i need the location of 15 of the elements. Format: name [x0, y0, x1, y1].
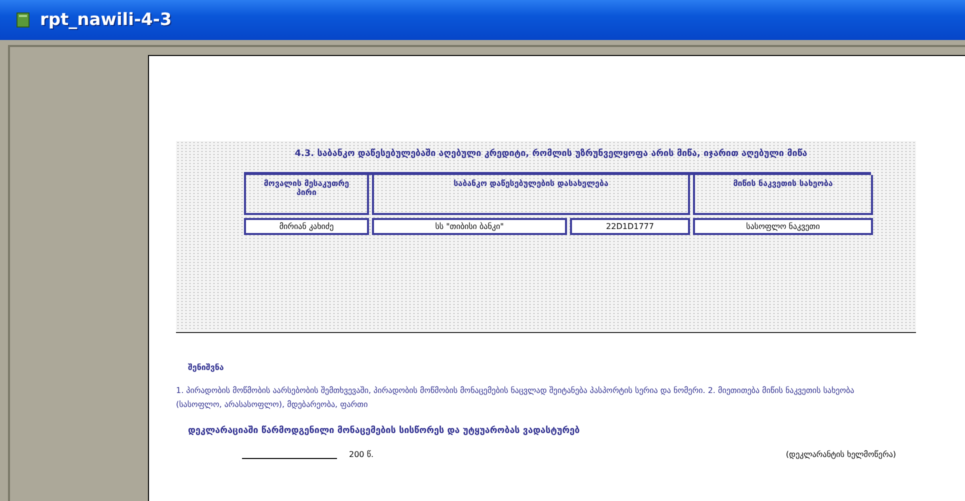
column-header: მიწის ნაკვეთის სახეობა — [693, 175, 873, 215]
notebook-icon — [16, 12, 30, 28]
section-title: 4.3. საბანკო დაწესებულებაში აღებული კრედიტი, რომლის უზრუნველყოფა არის მიწა, იჯარით აღებული მიწა — [294, 149, 808, 160]
signature-label: (დეკლარანტის ხელმოწერა) — [786, 450, 896, 459]
table-cell: სასოფლო ნაკვეთი — [693, 218, 873, 235]
note-text: 1. პირადობის მოწმობის აარსებობის შემთხვევაში, პირადობის მოწმობის მონაცემების ნაცვლად შეიტანება პასპორტის სერია და ნომერი. 2. მიეთითება მიწის ნაკვეთის სახეობა (სასოფლო, არასასოფლო), მდებარეობა, ფართი — [176, 385, 856, 411]
column-header: საბანკო დაწესებულების დასახელება — [372, 175, 690, 215]
column-header: მოვალის მესაკუთრე პირი — [244, 175, 369, 215]
confirmation-text: დეკლარაციაში წარმოდგენილი მონაცემების სისწორეს და უტყუარობას ვადასტურებ — [188, 426, 581, 436]
date-suffix: 200 წ. — [349, 450, 374, 459]
table-cell: სს "თიბისი ბანკი" — [372, 218, 567, 235]
window-title: rpt_nawili-4-3 — [40, 10, 172, 30]
table-cell: 22D1D1777 — [570, 218, 690, 235]
note-heading: შენიშვნა — [188, 363, 225, 372]
table-cell: მირიან კახიძე — [244, 218, 369, 235]
